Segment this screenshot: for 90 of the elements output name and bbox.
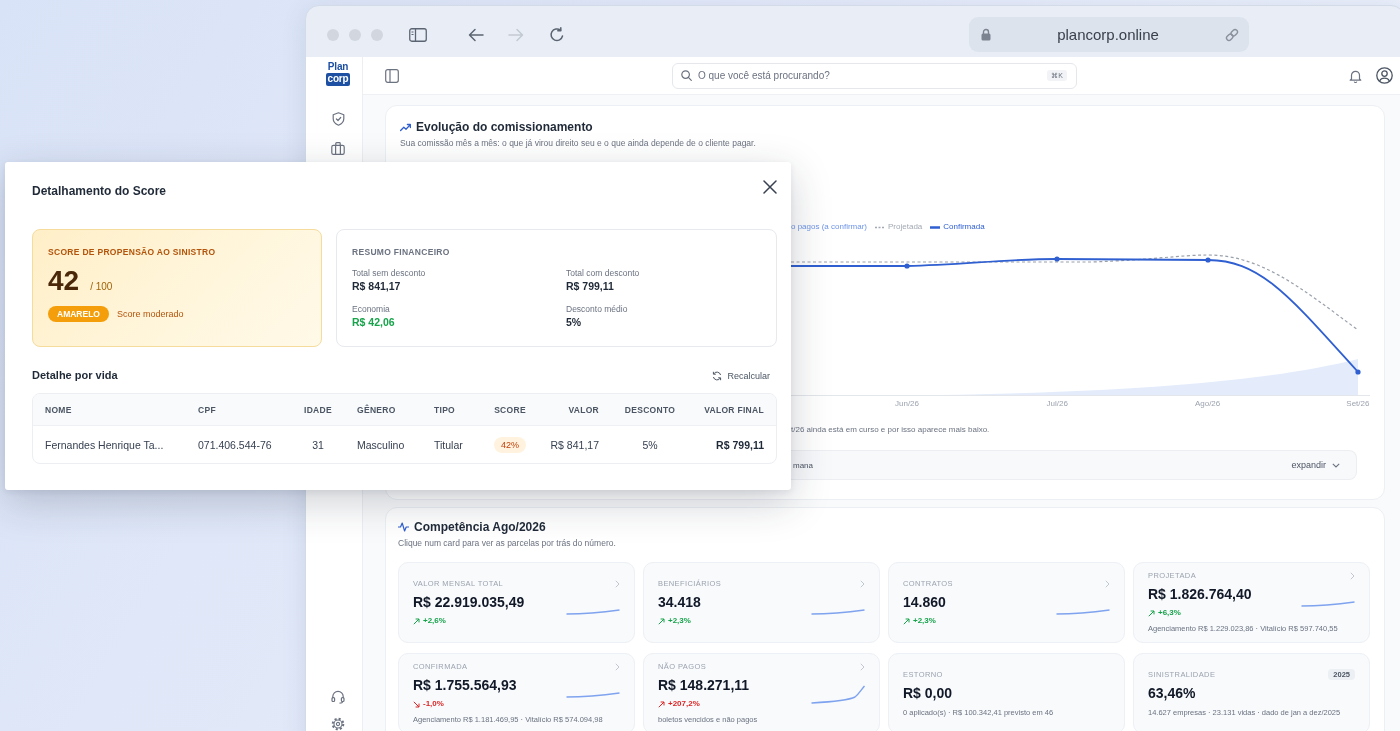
user-icon[interactable] xyxy=(1376,67,1393,84)
metric-value: 14.860 xyxy=(903,594,946,611)
metric-change: -1,0% xyxy=(423,699,444,709)
column-header: NOME xyxy=(45,404,72,415)
period-label[interactable]: mana xyxy=(793,460,813,470)
table-cell: 31 xyxy=(312,438,324,451)
metric-change: +2,3% xyxy=(913,616,936,626)
score-tag: 42% xyxy=(494,436,526,453)
legend-label[interactable]: Confirmada xyxy=(943,222,985,232)
summary-value: 5% xyxy=(566,316,582,329)
table-cell: Titular xyxy=(434,438,463,451)
chevron-down-icon xyxy=(1332,462,1340,468)
column-header: IDADE xyxy=(304,404,332,415)
table-cell: R$ 799,11 xyxy=(716,438,764,451)
column-header: VALOR xyxy=(568,404,599,415)
card-subtitle: Clique num card para ver as parcelas por trás do número. xyxy=(398,538,617,548)
search-icon xyxy=(681,70,692,81)
card-title: Evolução do comissionamento xyxy=(416,120,593,134)
score-label: SCORE DE PROPENSÃO AO SINISTRO xyxy=(48,247,216,257)
axis-label: Ago/26 xyxy=(1194,399,1221,408)
chart-note: t/26 ainda está em curso e por isso aparece mais baixo. xyxy=(791,425,991,435)
briefcase-icon[interactable] xyxy=(331,142,345,155)
legend-marker-icon xyxy=(930,225,941,229)
close-button[interactable] xyxy=(763,180,777,194)
column-header: VALOR FINAL xyxy=(704,404,764,415)
reload-icon[interactable] xyxy=(549,26,565,43)
data-point[interactable] xyxy=(1054,256,1060,262)
trend-icon xyxy=(400,122,411,132)
column-header: SCORE xyxy=(494,404,526,415)
back-arrow-icon[interactable] xyxy=(468,27,484,42)
axis-label: Set/26 xyxy=(1346,399,1370,408)
section-title: Detalhe por vida xyxy=(32,369,118,382)
legend-marker-icon xyxy=(875,225,886,229)
metric-value: 63,46% xyxy=(1148,685,1196,703)
summary-value: R$ 841,17 xyxy=(352,280,401,293)
address-bar[interactable]: plancorp.online xyxy=(969,17,1249,52)
summary-value: R$ 42,06 xyxy=(352,316,395,329)
summary-value: R$ 799,11 xyxy=(566,280,614,293)
expand-button[interactable]: expandir xyxy=(1291,460,1340,470)
settings-icon[interactable] xyxy=(331,717,345,731)
bell-icon[interactable] xyxy=(1349,68,1362,83)
metric-change: +2,3% xyxy=(668,616,691,626)
card-title: Competência Ago/2026 xyxy=(414,520,546,534)
metric-value: 34.418 xyxy=(658,594,701,611)
url-text: plancorp.online xyxy=(1056,26,1160,43)
metric-value: R$ 1.826.764,40 xyxy=(1148,586,1252,603)
refresh-icon xyxy=(712,370,723,381)
summary-label: Total com desconto xyxy=(566,268,640,278)
lock-icon xyxy=(981,28,991,41)
link-icon[interactable] xyxy=(1225,27,1239,42)
column-header: CPF xyxy=(198,404,216,415)
logo-text: corp xyxy=(325,73,351,86)
close-icon xyxy=(763,180,777,194)
column-header: DESCONTO xyxy=(624,404,676,415)
column-header: TIPO xyxy=(434,404,456,415)
score-scale: / 100 xyxy=(90,281,113,292)
data-point[interactable] xyxy=(1205,257,1211,263)
metric-change: +207,2% xyxy=(668,699,700,709)
metric-value: R$ 22.919.035,49 xyxy=(413,594,525,611)
shield-icon[interactable] xyxy=(331,112,345,126)
dialog-title: Detalhamento do Score xyxy=(32,184,167,198)
metric-value: R$ 148.271,11 xyxy=(658,677,750,694)
sidebar-toggle-icon[interactable] xyxy=(385,68,399,83)
table-cell: R$ 841,17 xyxy=(550,438,599,451)
summary-title: RESUMO FINANCEIRO xyxy=(352,247,450,257)
metric-change: +2,6% xyxy=(423,616,446,626)
summary-label: Economia xyxy=(352,304,390,314)
table-cell: Masculino xyxy=(357,438,405,451)
metric-change: +6,3% xyxy=(1158,608,1181,618)
axis-label: Jul/26 xyxy=(1046,399,1068,408)
summary-label: Desconto médio xyxy=(566,304,628,314)
data-point[interactable] xyxy=(1355,369,1361,375)
table-cell: Fernandes Henrique Ta... xyxy=(45,438,164,451)
headset-icon[interactable] xyxy=(331,690,345,704)
metric-value: R$ 0,00 xyxy=(903,684,953,702)
table-cell: 5% xyxy=(642,438,658,451)
recalculate-button[interactable]: Recalcular xyxy=(712,370,770,381)
column-header: GÊNERO xyxy=(357,404,396,415)
level-badge: AMARELO xyxy=(48,306,109,322)
score-value: 42 xyxy=(48,266,80,296)
axis-label: Jun/26 xyxy=(895,399,919,408)
logo-text: Plan xyxy=(327,62,349,72)
metric-value: R$ 1.755.564,93 xyxy=(413,677,517,694)
sidebar-icon[interactable] xyxy=(409,27,427,42)
table-cell: 071.406.544-76 xyxy=(198,438,272,451)
activity-icon xyxy=(398,522,409,532)
summary-label: Total sem desconto xyxy=(352,268,426,278)
card-subtitle: Sua comissão mês a mês: o que já virou direito seu e o que ainda depende de o cliente pagar. xyxy=(400,138,757,148)
level-description: Score moderado xyxy=(117,309,184,319)
data-point[interactable] xyxy=(904,263,910,269)
